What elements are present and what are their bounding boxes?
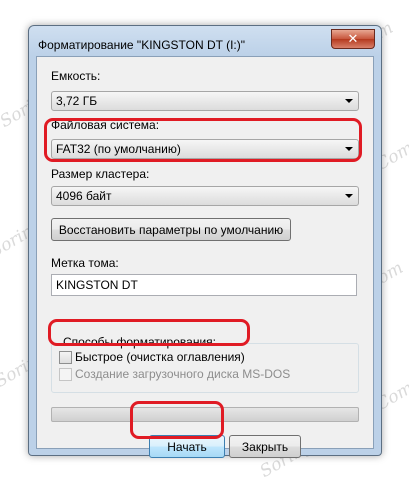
quick-format-checkbox[interactable]: [59, 351, 72, 364]
format-progress-bar: [51, 407, 359, 422]
volume-label-input[interactable]: KINGSTON DT: [51, 274, 357, 296]
chevron-down-icon: [345, 194, 353, 198]
start-button[interactable]: Начать: [149, 435, 225, 458]
filesystem-value: FAT32 (по умолчанию): [56, 142, 181, 156]
quick-format-label[interactable]: Быстрое (очистка оглавления): [75, 350, 245, 364]
chevron-down-icon: [345, 99, 353, 103]
volume-label-value: KINGSTON DT: [56, 278, 138, 292]
window-title: Форматирование "KINGSTON DT (I:)": [38, 38, 246, 52]
cluster-size-value: 4096 байт: [56, 189, 112, 203]
restore-defaults-button[interactable]: Восстановить параметры по умолчанию: [51, 218, 291, 241]
chevron-down-icon: [345, 147, 353, 151]
cluster-size-label: Размер кластера:: [51, 167, 150, 181]
capacity-value: 3,72 ГБ: [56, 94, 98, 108]
title-bar[interactable]: Форматирование "KINGSTON DT (I:)" ✕: [29, 26, 381, 56]
capacity-select[interactable]: 3,72 ГБ: [51, 91, 359, 111]
dialog-client-area: Емкость: 3,72 ГБ Файловая система: FAT32…: [36, 56, 374, 458]
msdos-boot-label: Создание загрузочного диска MS-DOS: [75, 367, 291, 381]
close-window-button[interactable]: ✕: [331, 29, 375, 49]
close-button[interactable]: Закрыть: [229, 435, 301, 458]
volume-label-caption: Метка тома:: [51, 256, 119, 270]
format-options-label: Способы форматирования:: [61, 335, 218, 349]
capacity-label: Емкость:: [51, 69, 101, 83]
filesystem-select[interactable]: FAT32 (по умолчанию): [51, 139, 359, 159]
filesystem-label: Файловая система:: [51, 118, 160, 132]
msdos-boot-checkbox: [59, 368, 72, 381]
close-icon: ✕: [347, 31, 359, 47]
format-dialog: Форматирование "KINGSTON DT (I:)" ✕ Емко…: [28, 25, 382, 458]
cluster-size-select[interactable]: 4096 байт: [51, 186, 359, 206]
